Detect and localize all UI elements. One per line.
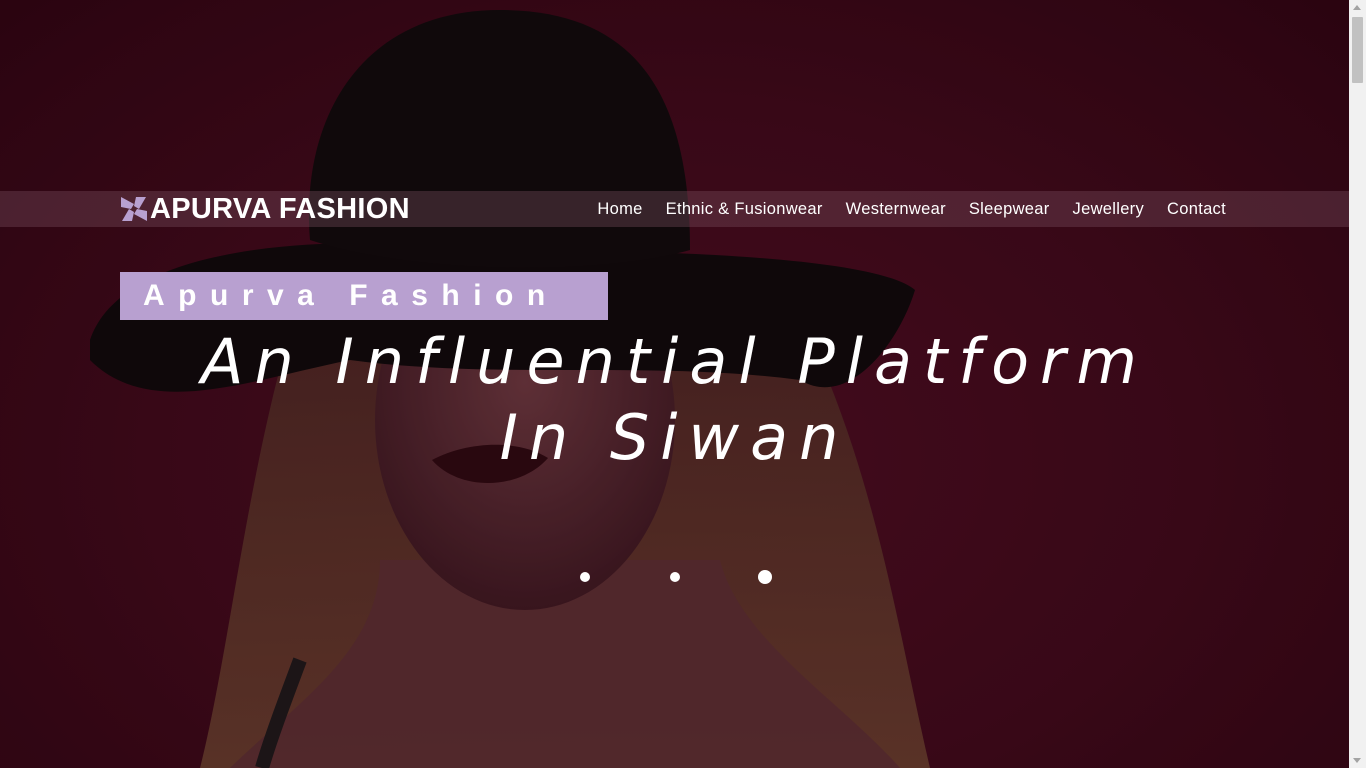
hero-subtitle-box: Apurva Fashion [120, 272, 608, 320]
hero-subtitle: Apurva Fashion [143, 279, 559, 312]
page: APURVA FASHION Home Ethnic & Fusionwear … [0, 0, 1366, 768]
hero-headline: An Influential Platform In Siwan [0, 324, 1349, 476]
nav-link-ethnic-fusionwear[interactable]: Ethnic & Fusionwear [666, 200, 823, 219]
main-nav: Home Ethnic & Fusionwear Westernwear Sle… [597, 191, 1226, 227]
scroll-down-arrow-icon[interactable] [1353, 758, 1361, 763]
scrollbar-thumb[interactable] [1352, 17, 1363, 83]
brand-name: APURVA FASHION [150, 192, 410, 225]
navbar: APURVA FASHION Home Ethnic & Fusionwear … [0, 191, 1349, 227]
pinwheel-logo-icon [121, 197, 147, 221]
hero-headline-line-2: In Siwan [499, 401, 850, 474]
hero-slider: APURVA FASHION Home Ethnic & Fusionwear … [0, 0, 1349, 768]
nav-link-contact[interactable]: Contact [1167, 200, 1226, 219]
carousel-dot-3-active[interactable] [758, 570, 772, 584]
brand[interactable]: APURVA FASHION [120, 191, 410, 227]
hero-headline-line-1: An Influential Platform [201, 325, 1148, 398]
nav-link-westernwear[interactable]: Westernwear [846, 200, 946, 219]
carousel-dot-1[interactable] [580, 572, 590, 582]
nav-link-jewellery[interactable]: Jewellery [1073, 200, 1144, 219]
nav-link-home[interactable]: Home [597, 200, 642, 219]
page-scrollbar[interactable] [1349, 0, 1366, 768]
carousel-dot-2[interactable] [670, 572, 680, 582]
scroll-up-arrow-icon[interactable] [1353, 5, 1361, 10]
nav-link-sleepwear[interactable]: Sleepwear [969, 200, 1050, 219]
